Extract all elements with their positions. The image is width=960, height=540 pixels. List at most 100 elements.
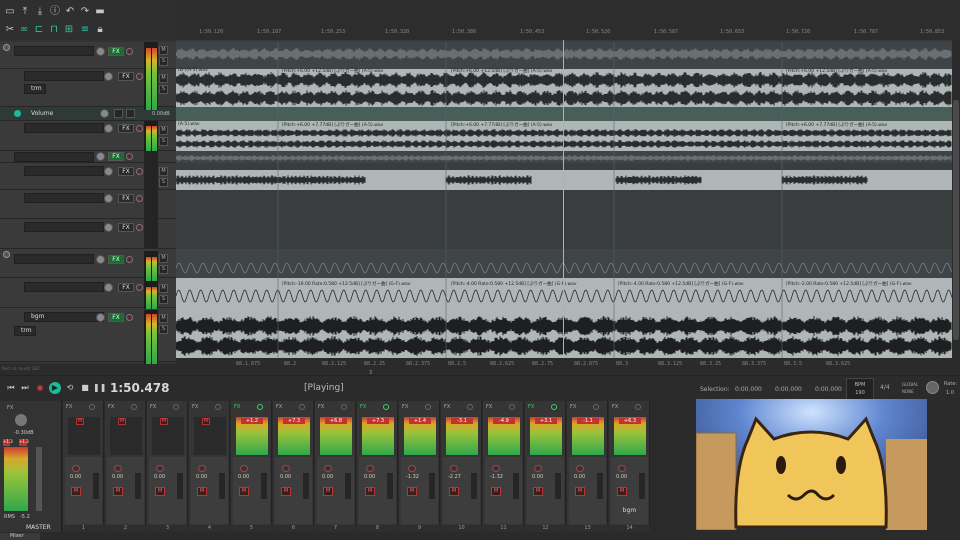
solo-button[interactable]: S — [159, 178, 168, 187]
grid-icon[interactable]: ⊞ — [63, 24, 75, 36]
strip-fader[interactable] — [429, 473, 435, 499]
track-name[interactable] — [14, 254, 94, 264]
undo-icon[interactable]: ↶ — [64, 6, 76, 18]
repeat-icon[interactable]: ⟲ — [64, 382, 76, 394]
timeline-ruler[interactable]: 1:50.120 1:50.187 1:50.253 1:50.320 1:50… — [176, 0, 960, 40]
new-project-icon[interactable]: ▭ — [4, 6, 16, 18]
record-arm-button[interactable] — [136, 195, 143, 202]
power-icon[interactable] — [509, 404, 515, 410]
strip-fader[interactable] — [219, 473, 225, 499]
strip-mute-button[interactable]: M — [575, 487, 585, 496]
envelope-arm-button[interactable] — [126, 109, 135, 118]
bpm-display[interactable]: BPM 190 — [846, 378, 874, 400]
power-icon[interactable] — [467, 404, 473, 410]
loop-icon[interactable]: ∞ — [18, 24, 30, 36]
strip-fx-button[interactable]: FX — [192, 404, 204, 411]
strip-fader[interactable] — [471, 473, 477, 499]
folder-icon[interactable] — [3, 251, 10, 258]
record-arm-button[interactable] — [126, 256, 133, 263]
scroll-thumb[interactable] — [953, 100, 959, 340]
mixer-strip[interactable]: FX +1.4 -1.32 M 9 — [399, 401, 440, 532]
track-name[interactable] — [24, 193, 104, 203]
strip-record-button[interactable] — [366, 465, 374, 472]
strip-record-button[interactable] — [492, 465, 500, 472]
volume-knob[interactable] — [104, 124, 113, 133]
strip-mute-button[interactable]: M — [533, 487, 543, 496]
track-name[interactable] — [24, 222, 104, 232]
strip-fx-button[interactable]: FX — [360, 404, 372, 411]
redo-icon[interactable]: ↷ — [79, 6, 91, 18]
volume-knob[interactable] — [104, 223, 113, 232]
strip-fx-button[interactable]: FX — [570, 404, 582, 411]
strip-fx-button[interactable]: FX — [318, 404, 330, 411]
strip-mute-button[interactable]: M — [197, 487, 207, 496]
video-window[interactable] — [696, 399, 927, 530]
strip-mute-button[interactable]: M — [407, 487, 417, 496]
record-arm-button[interactable] — [136, 73, 143, 80]
mute-button[interactable]: M — [159, 46, 168, 55]
solo-button[interactable]: S — [159, 265, 168, 274]
master-pan-knob[interactable] — [15, 414, 27, 426]
strip-fx-button[interactable]: FX — [66, 404, 78, 411]
master-strip[interactable]: FX -0.30dB +1.3 +1.3 RMS -5.2 MASTER — [0, 401, 62, 532]
strip-fx-button[interactable]: FX — [402, 404, 414, 411]
stop-button[interactable]: ■ — [79, 382, 91, 394]
mute-button[interactable]: M — [159, 284, 168, 293]
track-name[interactable] — [24, 71, 104, 81]
envelope-knob[interactable] — [100, 109, 109, 118]
mixer-strip[interactable]: FX M 0.00 M 2 — [105, 401, 146, 532]
power-icon[interactable] — [131, 404, 137, 410]
mute-button[interactable]: M — [159, 254, 168, 263]
power-icon[interactable] — [257, 404, 263, 410]
master-fader[interactable] — [36, 447, 42, 511]
strip-fader[interactable] — [177, 473, 183, 499]
strip-mute-button[interactable]: M — [617, 487, 627, 496]
mute-button[interactable]: M — [159, 74, 168, 83]
track-name[interactable]: bgm — [24, 312, 104, 322]
track-name[interactable] — [24, 123, 104, 133]
record-arm-button[interactable] — [126, 48, 133, 55]
strip-record-button[interactable] — [156, 465, 164, 472]
solo-button[interactable]: S — [159, 295, 168, 304]
fx-button[interactable]: FX — [108, 255, 124, 264]
track-name[interactable] — [14, 152, 94, 162]
power-icon[interactable] — [89, 404, 95, 410]
mixer-strip[interactable]: FX -1.1 0.00 M 13 — [567, 401, 608, 532]
arrange-view[interactable]: (B-)(A-5).wav [Pitch:+6.00 +12.5dB] [ぷりガ… — [176, 40, 952, 358]
fx-button[interactable]: FX — [118, 167, 134, 176]
vertical-scrollbar[interactable] — [952, 40, 960, 358]
power-icon[interactable] — [551, 404, 557, 410]
strip-fader[interactable] — [261, 473, 267, 499]
strip-fader[interactable] — [597, 473, 603, 499]
strip-record-button[interactable] — [408, 465, 416, 472]
selection-start[interactable]: 0:00.000 — [735, 386, 762, 393]
strip-record-button[interactable] — [72, 465, 80, 472]
record-arm-button[interactable] — [136, 168, 143, 175]
mixer-strip[interactable]: FX +7.3 0.00 M 6 — [273, 401, 314, 532]
strip-record-button[interactable] — [450, 465, 458, 472]
strip-fx-button[interactable]: FX — [444, 404, 456, 411]
strip-fader[interactable] — [303, 473, 309, 499]
strip-mute-button[interactable]: M — [113, 487, 123, 496]
save-icon[interactable]: ⤒ — [19, 6, 31, 18]
strip-fx-button[interactable]: FX — [234, 404, 246, 411]
strip-mute-button[interactable]: M — [281, 487, 291, 496]
go-to-end-icon[interactable]: ⏭ — [19, 382, 31, 394]
strip-record-button[interactable] — [324, 465, 332, 472]
fx-button[interactable]: FX — [118, 194, 134, 203]
strip-record-button[interactable] — [198, 465, 206, 472]
volume-knob[interactable] — [104, 72, 113, 81]
solo-button[interactable]: S — [159, 57, 168, 66]
toggle-icon[interactable]: ▬ — [94, 6, 106, 18]
record-arm-button[interactable] — [136, 284, 143, 291]
strip-mute-button[interactable]: M — [491, 487, 501, 496]
power-icon[interactable] — [299, 404, 305, 410]
volume-knob[interactable] — [104, 167, 113, 176]
solo-button[interactable]: S — [159, 325, 168, 334]
fx-button[interactable]: FX — [118, 223, 134, 232]
strip-fx-button[interactable]: FX — [612, 404, 624, 411]
volume-knob[interactable] — [104, 194, 113, 203]
strip-fx-button[interactable]: FX — [276, 404, 288, 411]
pause-button[interactable]: ❚❚ — [93, 382, 106, 394]
strip-fx-button[interactable]: FX — [486, 404, 498, 411]
